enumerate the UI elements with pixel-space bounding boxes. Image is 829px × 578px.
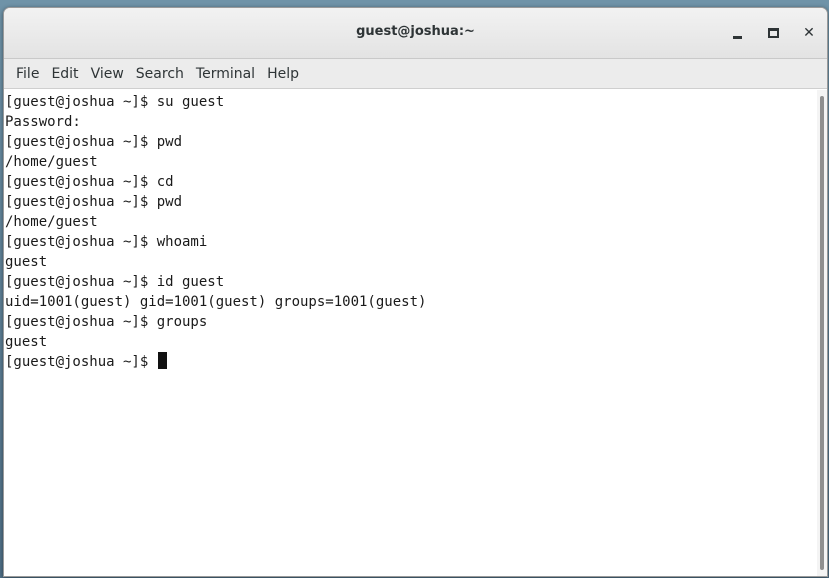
terminal-line: [guest@joshua ~]$ id guest [5, 274, 225, 290]
text-cursor [157, 352, 167, 369]
terminal-line: [guest@joshua ~]$ cd [5, 174, 174, 190]
terminal-line: /home/guest [5, 214, 98, 230]
menu-search[interactable]: Search [130, 66, 190, 82]
maximize-button[interactable] [760, 20, 786, 46]
menu-view[interactable]: View [85, 66, 130, 82]
maximize-icon [767, 28, 779, 38]
menu-edit[interactable]: Edit [45, 66, 84, 82]
terminal-line: /home/guest [5, 154, 98, 170]
terminal-line: [guest@joshua ~]$ pwd [5, 194, 183, 210]
close-button[interactable]: ✕ [796, 20, 822, 46]
terminal-line: Password: [5, 114, 81, 130]
terminal-prompt-line[interactable]: [guest@joshua ~]$ [5, 352, 817, 372]
menu-terminal[interactable]: Terminal [190, 66, 261, 82]
minimize-icon [732, 35, 742, 39]
menu-help[interactable]: Help [261, 66, 305, 82]
window-titlebar[interactable]: guest@joshua:~ ✕ [4, 8, 827, 59]
menu-file[interactable]: File [10, 66, 45, 82]
menu-bar: File Edit View Search Terminal Help [4, 59, 827, 89]
terminal-line: [guest@joshua ~]$ su guest [5, 94, 225, 110]
window-title: guest@joshua:~ [356, 24, 475, 39]
terminal-line: guest [5, 254, 48, 270]
terminal-line: guest [5, 334, 48, 350]
minimize-button[interactable] [724, 20, 750, 46]
vertical-scrollbar[interactable] [817, 90, 827, 576]
terminal-window: guest@joshua:~ ✕ File Edit View Search T… [3, 7, 828, 577]
terminal-line: [guest@joshua ~]$ whoami [5, 234, 208, 250]
scrollbar-thumb[interactable] [820, 96, 824, 570]
terminal-line: [guest@joshua ~]$ groups [5, 314, 208, 330]
terminal-prompt: [guest@joshua ~]$ [5, 354, 157, 370]
close-icon: ✕ [803, 25, 815, 41]
terminal-line: uid=1001(guest) gid=1001(guest) groups=1… [5, 294, 427, 310]
terminal-line: [guest@joshua ~]$ pwd [5, 134, 183, 150]
terminal-output[interactable]: [guest@joshua ~]$ su guest Password: [gu… [4, 90, 817, 576]
